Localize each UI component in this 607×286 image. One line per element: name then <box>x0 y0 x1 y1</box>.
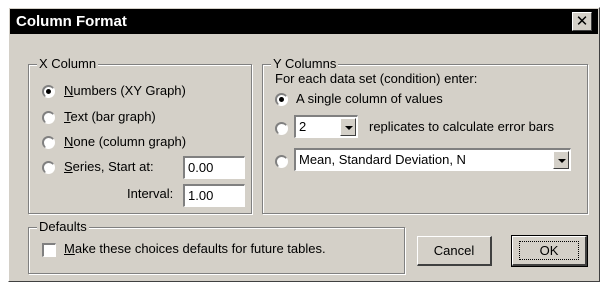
ok-button[interactable]: OK <box>511 235 588 267</box>
y-columns-group-label: Y Columns <box>271 56 339 71</box>
summary-select[interactable]: Mean, Standard Deviation, N <box>294 148 571 171</box>
focus-indicator <box>519 241 579 260</box>
cancel-button-label: Cancel <box>433 243 475 258</box>
radio-series-button[interactable] <box>42 161 55 174</box>
close-icon: ✕ <box>575 13 589 30</box>
defaults-group-label: Defaults <box>37 219 89 234</box>
radio-numbers-button[interactable] <box>42 85 55 98</box>
interval-label: Interval: <box>127 186 174 201</box>
y-columns-group: Y Columns For each data set (condition) … <box>262 56 588 214</box>
y-columns-instruction: For each data set (condition) enter: <box>275 71 478 86</box>
defaults-group: Defaults Make these choices defaults for… <box>28 219 405 274</box>
radio-replicates-button[interactable] <box>275 122 288 135</box>
x-column-group: X Column Numbers (XY Graph) Text (bar gr… <box>28 56 252 214</box>
cancel-button[interactable]: Cancel <box>417 236 492 266</box>
dialog-title: Column Format <box>16 13 127 30</box>
defaults-checkbox-label: Make these choices defaults for future t… <box>64 241 326 256</box>
radio-single-column-label: A single column of values <box>296 91 443 106</box>
chevron-down-icon[interactable] <box>553 151 569 169</box>
series-start-input[interactable]: 0.00 <box>183 156 245 179</box>
defaults-checkbox[interactable] <box>42 243 56 257</box>
summary-select-value: Mean, Standard Deviation, N <box>299 152 466 167</box>
replicates-select-value: 2 <box>299 119 307 134</box>
close-button[interactable]: ✕ <box>572 12 592 31</box>
x-column-group-label: X Column <box>37 56 99 71</box>
radio-summary-button[interactable] <box>275 155 288 168</box>
radio-single-column-button[interactable] <box>275 93 288 106</box>
column-format-dialog: Column Format ✕ X Column Numbers (XY Gra… <box>8 7 600 282</box>
radio-none-button[interactable] <box>42 136 55 149</box>
radio-series-label: Series, Start at: <box>64 159 154 174</box>
interval-input[interactable]: 1.00 <box>183 184 245 207</box>
radio-none-label: None (column graph) <box>64 134 187 149</box>
chevron-down-icon[interactable] <box>340 118 356 136</box>
radio-text-label: Text (bar graph) <box>64 109 156 124</box>
radio-numbers-label: Numbers (XY Graph) <box>64 83 186 98</box>
replicates-label: replicates to calculate error bars <box>369 119 554 134</box>
title-bar: Column Format ✕ <box>10 9 598 34</box>
radio-text-button[interactable] <box>42 111 55 124</box>
replicates-select[interactable]: 2 <box>294 115 358 138</box>
